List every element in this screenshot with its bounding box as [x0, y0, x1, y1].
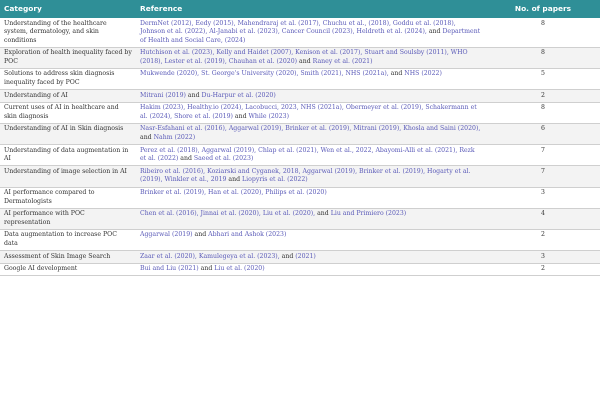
reference-cell: Aggarwal (2019) and Abhari and Ashok (20… [136, 229, 486, 252]
reference-cell: Ribeiro et al. (2016), Koziarski and Cyg… [136, 165, 486, 188]
reference-cell: Mukwende (2020), St. George's University… [136, 68, 486, 91]
reference-conjunction: and [140, 134, 154, 142]
reference-cell: Hakim (2023), Healthy.io (2024), Lacobuc… [136, 102, 486, 124]
reference-link[interactable]: Liu and Primiero (2023) [331, 210, 406, 217]
reference-link[interactable]: Nasr-Esfahani et al. (2016), Aggarwal (2… [140, 125, 480, 132]
table-row: Understanding of AI in Skin diagnosis Nas… [0, 123, 600, 146]
reference-cell: Chen et al. (2016), Jinnai et al. (2020)… [136, 208, 486, 230]
category-cell: Understanding of data augmentation in AI [0, 144, 136, 167]
paper-count-cell: 2 [486, 89, 600, 103]
reference-conjunction: and [185, 91, 202, 99]
header-reference: Reference [136, 0, 486, 18]
paper-count-cell: 4 [486, 208, 600, 230]
table-row: Assessment of Skin Image Search Zaar et a… [0, 250, 600, 264]
table-row: Understanding of AI Mitrani (2019) and Du… [0, 89, 600, 103]
reference-conjunction: and [198, 265, 215, 273]
table-row: Understanding of data augmentation in AI… [0, 144, 600, 167]
reference-conjunction: and [426, 28, 443, 36]
table-row: Solutions to address skin diagnosis ineq… [0, 68, 600, 91]
table-row: Exploration of health inequality faced b… [0, 47, 600, 69]
paper-count-cell: 6 [486, 123, 600, 146]
category-cell: Current uses of AI in healthcare and ski… [0, 102, 136, 124]
table-row: Data augmentation to increase POC data Ag… [0, 229, 600, 252]
reference-link[interactable]: Nahm (2022) [154, 134, 196, 141]
paper-count-cell: 8 [486, 18, 600, 48]
reference-link[interactable]: (2021) [295, 253, 316, 260]
reference-link[interactable]: While (2023) [249, 113, 290, 120]
paper-count-cell: 8 [486, 102, 600, 124]
reference-link[interactable]: Mitrani (2019) [140, 92, 186, 99]
reference-link[interactable]: Abhari and Ashok (2023) [208, 231, 286, 238]
reference-cell: Perez et al. (2018), Aggarwal (2019), Ch… [136, 144, 486, 167]
header-row: Category Reference No. of papers [0, 0, 600, 18]
paper-count-cell: 3 [486, 250, 600, 264]
reference-link[interactable]: Aggarwal (2019) [140, 231, 193, 238]
reference-cell: Mitrani (2019) and Du-Harpur et al. (202… [136, 89, 486, 103]
table-row: Understanding of the healthcare system, … [0, 18, 600, 48]
category-cell: AI performance compared to Dermatologist… [0, 187, 136, 209]
category-cell: Data augmentation to increase POC data [0, 229, 136, 252]
paper-count-cell: 5 [486, 68, 600, 91]
reference-conjunction: and [279, 252, 296, 260]
reference-cell: Brinker et al. (2019), Han et al. (2020)… [136, 187, 486, 209]
category-cell: Solutions to address skin diagnosis ineq… [0, 68, 136, 91]
reference-link[interactable]: Zaar et al. (2020), Kamulegeya et al. (2… [140, 253, 280, 260]
table-body: Understanding of the healthcare system, … [0, 18, 600, 277]
table-row: AI performance with POC representation Ch… [0, 208, 600, 230]
reference-link[interactable]: Hakim (2023), Healthy.io (2024), Lacobuc… [140, 104, 477, 120]
paper-count-cell: 7 [486, 165, 600, 188]
category-cell: Google AI development [0, 263, 136, 277]
reference-link[interactable]: Chen et al. (2016), Jinnai et al. (2020)… [140, 210, 315, 217]
category-cell: AI performance with POC representation [0, 208, 136, 230]
reference-conjunction: and [192, 231, 209, 239]
paper-count-cell: 7 [486, 144, 600, 167]
reference-link[interactable]: Bui and Liu (2021) [140, 265, 199, 272]
reference-cell: Nasr-Esfahani et al. (2016), Aggarwal (2… [136, 123, 486, 146]
reference-link[interactable]: NHS (2022) [404, 70, 442, 77]
reference-conjunction: and [297, 57, 313, 65]
category-cell: Understanding of image selection in AI [0, 165, 136, 188]
reference-link[interactable]: Raney et al. (2021) [313, 58, 373, 65]
table-row: Google AI development Bui and Liu (2021) … [0, 263, 600, 277]
table-row: AI performance compared to Dermatologist… [0, 187, 600, 209]
reference-link[interactable]: Liu et al. (2020) [214, 265, 264, 272]
category-cell: Assessment of Skin Image Search [0, 250, 136, 264]
reference-conjunction: and [232, 112, 249, 120]
paper-count-cell: 2 [486, 229, 600, 252]
reference-cell: Hutchison et al. (2023), Kelly and Haide… [136, 47, 486, 69]
reference-link[interactable]: Mukwende (2020), St. George's University… [140, 70, 389, 77]
paper-count-cell: 3 [486, 187, 600, 209]
reference-cell: DermNet (2012), Eedy (2015), Mahendraraj… [136, 18, 486, 48]
reference-link[interactable]: Brinker et al. (2019), Han et al. (2020)… [140, 189, 327, 196]
reference-conjunction: and [178, 155, 194, 163]
reference-conjunction: and [388, 70, 405, 78]
header-category: Category [0, 0, 136, 18]
reference-conjunction: and [226, 176, 243, 184]
reference-cell: Zaar et al. (2020), Kamulegeya et al. (2… [136, 250, 486, 264]
reference-link[interactable]: Du-Harpur et al. (2020) [202, 92, 276, 99]
references-table: Category Reference No. of papers Underst… [0, 0, 600, 277]
header-papers: No. of papers [486, 0, 600, 18]
category-cell: Exploration of health inequality faced b… [0, 47, 136, 69]
category-cell: Understanding of AI [0, 89, 136, 103]
category-cell: Understanding of AI in Skin diagnosis [0, 123, 136, 146]
paper-count-cell: 8 [486, 47, 600, 69]
reference-conjunction: and [315, 210, 331, 218]
reference-cell: Bui and Liu (2021) and Liu et al. (2020) [136, 263, 486, 277]
category-cell: Understanding of the healthcare system, … [0, 18, 136, 48]
reference-link[interactable]: DermNet (2012), Eedy (2015), Mahendraraj… [140, 20, 456, 36]
paper-count-cell: 2 [486, 263, 600, 277]
table-row: Understanding of image selection in AI Ri… [0, 165, 600, 188]
table-row: Current uses of AI in healthcare and ski… [0, 102, 600, 124]
reference-link[interactable]: Saeed et al. (2023) [194, 155, 253, 162]
reference-link[interactable]: Liopyris et al. (2022) [242, 176, 308, 183]
